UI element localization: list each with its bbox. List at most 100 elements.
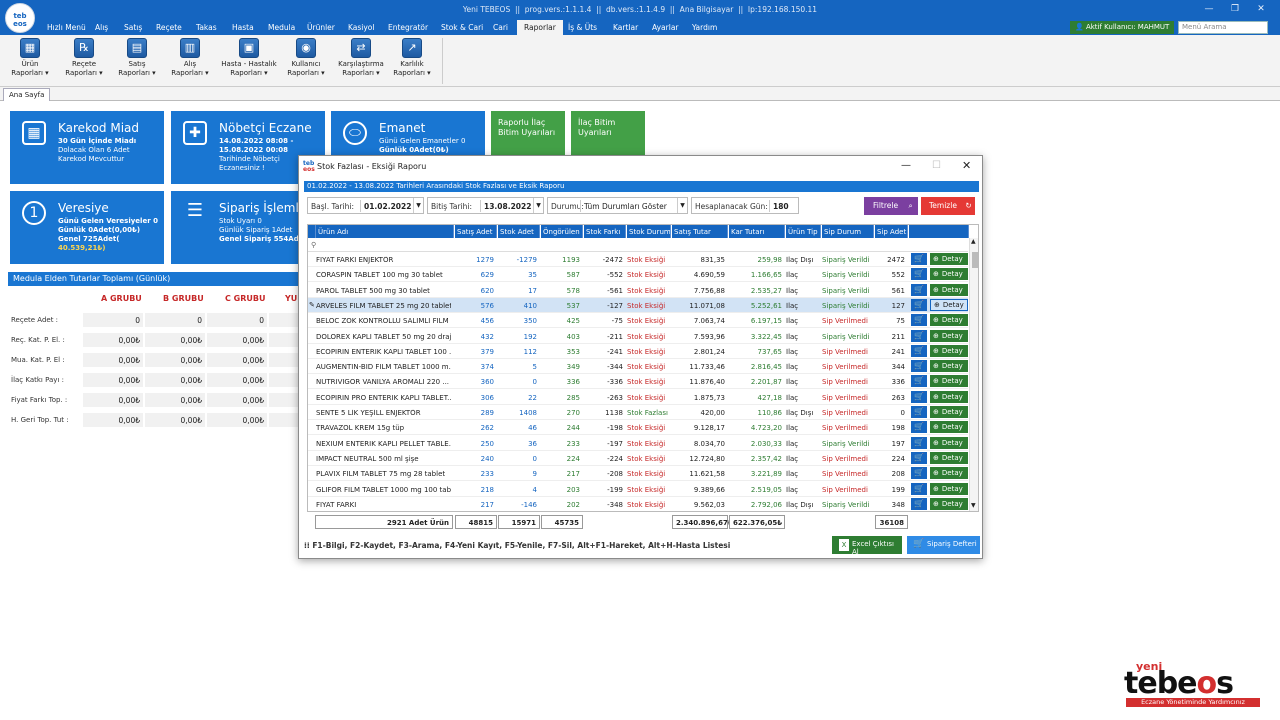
menu-item-16[interactable]: Yardım — [692, 23, 717, 32]
detail-button[interactable]: ⊕ Detay — [930, 390, 968, 403]
detail-button[interactable]: ⊕ Detay — [930, 406, 968, 418]
menu-item-4[interactable]: Takas — [196, 23, 217, 32]
maximize-icon[interactable]: ☐ — [932, 160, 941, 171]
menu-item-5[interactable]: Hasta — [232, 23, 254, 32]
column-header-name[interactable]: Ürün Adı — [316, 225, 454, 238]
table-row[interactable]: SENTE 5 LİK YEŞİLL ENJEKTÖR 289 1408 270 113… — [308, 405, 968, 420]
cart-icon[interactable]: 🛒 — [911, 421, 927, 434]
column-header-tip[interactable]: Ürün Tip — [786, 225, 821, 238]
ribbon-report-button-6[interactable]: ⇄ Karşılaştırma Raporları ▾ — [338, 38, 384, 78]
cart-icon[interactable]: 🛒 — [911, 329, 927, 342]
ribbon-report-button-1[interactable]: ℞ Reçete Raporları ▾ — [62, 38, 106, 78]
menu-item-0[interactable]: Hızlı Menü — [47, 23, 86, 32]
cart-icon[interactable]: 🛒 — [911, 497, 927, 510]
menu-item-1[interactable]: Alış — [95, 23, 108, 32]
ribbon-report-button-2[interactable]: ▤ Satış Raporları ▾ — [117, 38, 157, 78]
ribbon-report-button-3[interactable]: ▥ Alış Raporları ▾ — [170, 38, 210, 78]
detail-button[interactable]: ⊕ Detay — [930, 360, 968, 373]
detail-button[interactable]: ⊕ Detay — [930, 329, 968, 342]
cart-icon[interactable]: 🛒 — [911, 283, 927, 296]
column-header-tutar[interactable]: Satış Tutar — [672, 225, 728, 238]
column-header-kar[interactable]: Kar Tutarı — [729, 225, 785, 238]
menu-item-3[interactable]: Reçete — [156, 23, 182, 32]
menu-item-12[interactable]: Raporlar — [517, 20, 563, 35]
column-header-sipadet[interactable]: Sip Adet — [875, 225, 908, 238]
ribbon-report-button-5[interactable]: ◉ Kullanıcı Raporları ▾ — [286, 38, 326, 78]
column-header-ong[interactable]: Öngörülen — [541, 225, 583, 238]
table-row[interactable]: PAROL TABLET 500 mg 30 tablet 620 17 578 -56… — [308, 283, 968, 298]
table-row[interactable]: BELOC ZOK KONTROLLU SALIMLI FILM ... 456 3… — [308, 313, 968, 329]
cart-icon[interactable]: 🛒 — [911, 360, 927, 373]
menu-item-9[interactable]: Entegratör — [388, 23, 428, 32]
table-row[interactable]: IMPACT NEUTRAL 500 ml şişe 240 0 224 -224 Sto… — [308, 451, 968, 466]
scrollbar-thumb[interactable] — [972, 252, 978, 268]
minimize-icon[interactable]: — — [901, 160, 911, 171]
column-header-fark[interactable]: Stok Farkı — [584, 225, 626, 238]
column-header-stok[interactable]: Stok Adet — [498, 225, 540, 238]
cart-icon[interactable]: 🛒 — [911, 406, 927, 418]
menu-item-13[interactable]: İş & Üts — [568, 23, 597, 32]
detail-button[interactable]: ⊕ Detay — [930, 497, 968, 510]
cart-icon[interactable]: 🛒 — [911, 344, 927, 357]
restore-icon[interactable]: ❐ — [1230, 4, 1240, 14]
cart-icon[interactable]: 🛒 — [911, 375, 927, 388]
close-icon[interactable]: ✕ — [962, 159, 971, 172]
status-value[interactable]: Tüm Durumları Göster — [580, 200, 670, 212]
cart-icon[interactable]: 🛒 — [911, 253, 927, 265]
cart-icon[interactable]: 🛒 — [911, 314, 927, 327]
menu-item-14[interactable]: Kartlar — [613, 23, 638, 32]
detail-button[interactable]: ⊕ Detay — [930, 482, 968, 495]
ribbon-report-button-7[interactable]: ↗ Karlılık Raporları ▾ — [392, 38, 432, 78]
minimize-icon[interactable]: — — [1204, 4, 1214, 14]
end-date-value[interactable]: 13.08.2022 — [480, 200, 534, 212]
detail-button[interactable]: ⊕ Detay — [930, 436, 968, 449]
menu-item-15[interactable]: Ayarlar — [652, 23, 679, 32]
grid-filter-row[interactable]: ⚲ — [308, 238, 968, 252]
column-header-satis[interactable]: Satış Adet — [455, 225, 497, 238]
cart-icon[interactable]: 🛒 — [911, 482, 927, 495]
table-row[interactable]: FIYAT FARKI ENJEKTÖR 1279 -1279 1193 -2472 St… — [308, 252, 968, 267]
cart-icon[interactable]: 🛒 — [911, 451, 927, 464]
table-row[interactable]: PLAVIX FILM TABLET 75 mg 28 tablet 233 9 21… — [308, 466, 968, 482]
chevron-down-icon[interactable]: ▼ — [533, 198, 543, 213]
cart-icon[interactable]: 🛒 — [911, 467, 927, 480]
cart-icon[interactable]: 🛒 — [911, 436, 927, 449]
menu-search-input[interactable]: Menü Arama — [1178, 21, 1268, 34]
table-row[interactable]: ECOPIRIN ENTERIK KAPLI TABLET 100 ... 379… — [308, 344, 968, 359]
table-row[interactable]: FIYAT FARKI 217 -146 202 -348 Stok Eksiği 9.56… — [308, 497, 968, 511]
start-date-field[interactable]: Başl. Tarihi: 01.02.2022 ▼ — [307, 197, 424, 214]
detail-button[interactable]: ⊕ Detay — [930, 268, 968, 281]
status-select[interactable]: Durumu: Tüm Durumları Göster ▼ — [547, 197, 688, 214]
menu-item-8[interactable]: Kasiyol — [348, 23, 374, 32]
detail-button[interactable]: ⊕ Detay — [930, 298, 968, 311]
detail-button[interactable]: ⊕ Detay — [930, 451, 968, 464]
detail-button[interactable]: ⊕ Detay — [930, 253, 968, 265]
tile-karekod-miad[interactable]: ▦ Karekod Miad 30 Gün İçinde Miadı Dolac… — [10, 111, 164, 184]
menu-item-6[interactable]: Medula — [268, 23, 295, 32]
ribbon-report-button-0[interactable]: ▦ Ürün Raporları ▾ — [8, 38, 52, 78]
column-header-sd[interactable]: Stok Durum — [627, 225, 671, 238]
chevron-down-icon[interactable]: ▼ — [677, 198, 687, 213]
tile-veresiye[interactable]: 1 Veresiye Günü Gelen Veresiyeler 0 Günl… — [10, 191, 164, 264]
scroll-down-icon[interactable]: ▼ — [971, 502, 976, 509]
detail-button[interactable]: ⊕ Detay — [930, 375, 968, 388]
cart-icon[interactable]: 🛒 — [911, 298, 927, 311]
grid-scrollbar[interactable]: ▲ ▼ — [969, 238, 978, 511]
table-row[interactable]: CORASPIN TABLET 100 mg 30 tablet 629 35 587… — [308, 267, 968, 283]
app-logo[interactable]: teb eos — [5, 3, 35, 33]
filter-button[interactable]: Filtrele ⌕ — [864, 197, 918, 215]
close-icon[interactable]: ✕ — [1256, 4, 1266, 14]
tile-siparis-islemleri[interactable]: ☰ Sipariş İşlemle Stok Uyarı 0 Günlük Si… — [171, 191, 300, 264]
tab-ana-sayfa[interactable]: Ana Sayfa — [3, 88, 51, 101]
chevron-down-icon[interactable]: ▼ — [413, 198, 423, 213]
menu-item-7[interactable]: Ürünler — [307, 23, 335, 32]
table-row[interactable]: DOLOREX KAPLI TABLET 50 mg 20 draje 432 19… — [308, 329, 968, 344]
table-row[interactable]: TRAVAZOL KREM 15g tüp 262 46 244 -198 Stok Ek… — [308, 420, 968, 436]
scroll-up-icon[interactable]: ▲ — [971, 238, 976, 245]
detail-button[interactable]: ⊕ Detay — [930, 314, 968, 327]
cart-icon[interactable]: 🛒 — [911, 390, 927, 403]
detail-button[interactable]: ⊕ Detay — [930, 283, 968, 296]
days-field[interactable]: Hesaplanacak Gün: 180 — [691, 197, 799, 214]
column-header-sip[interactable]: Sip Durum — [822, 225, 874, 238]
clear-button[interactable]: Temizle ↻ — [921, 197, 975, 215]
